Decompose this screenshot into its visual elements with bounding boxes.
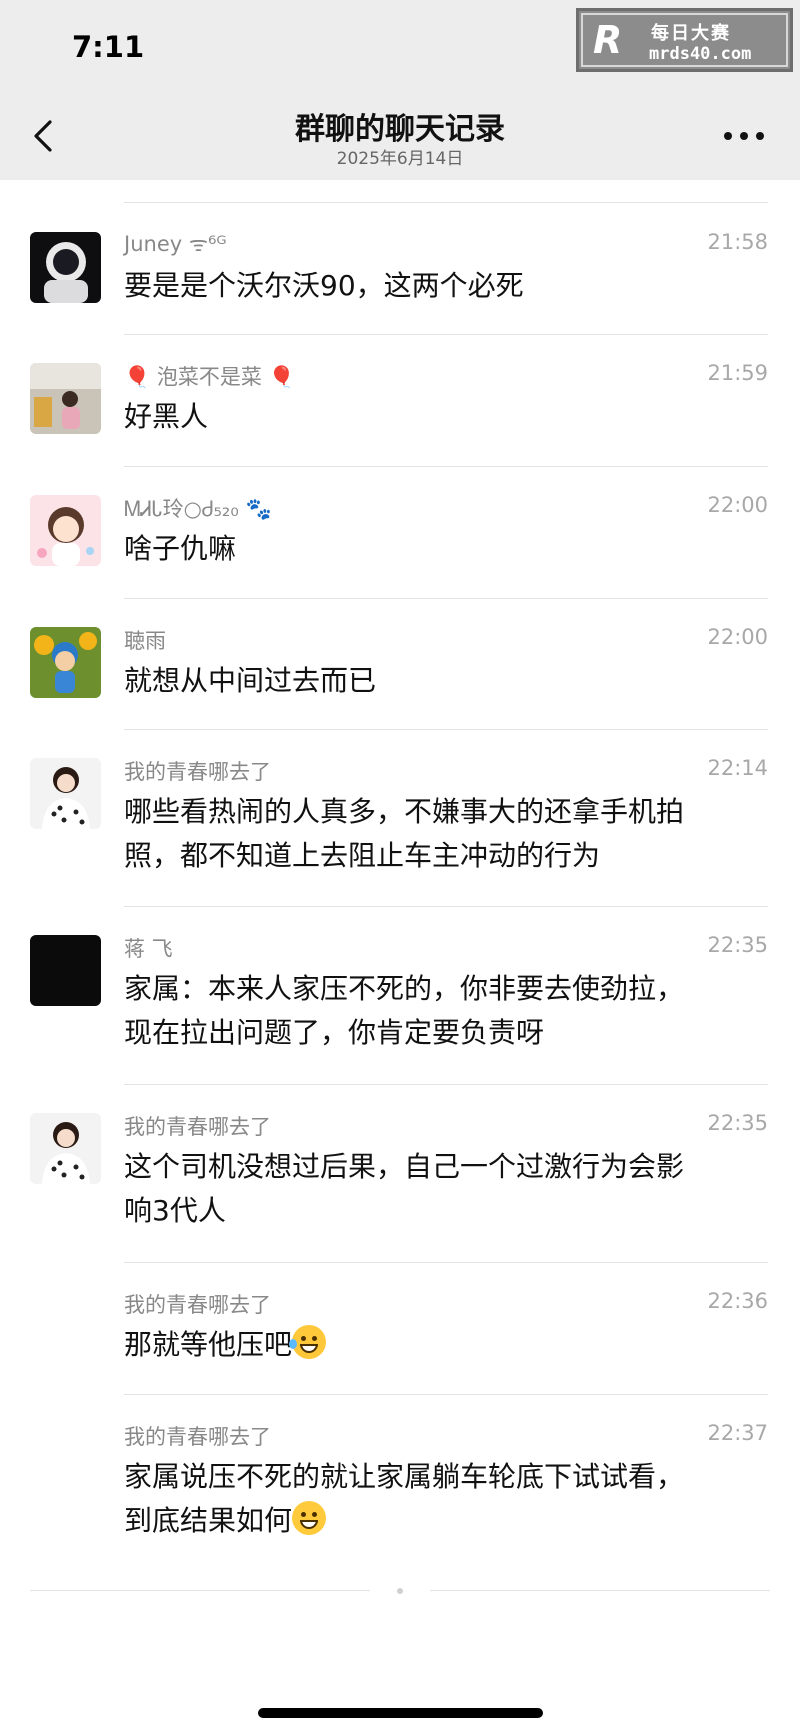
message-line: 就想从中间过去而已 <box>124 664 377 697</box>
message-text: 啥子仇嘛 <box>124 527 764 571</box>
sender-name: 蒋 飞 <box>124 937 173 961</box>
grin-emoji <box>292 1501 327 1535</box>
more-button[interactable] <box>724 130 764 142</box>
black-avatar[interactable] <box>30 935 101 1006</box>
sender-name: 聴雨 <box>124 629 166 653</box>
laugh-cry-emoji <box>289 1325 327 1359</box>
end-dot <box>397 1588 403 1594</box>
page-subtitle-date: 2025年6月14日 <box>336 149 464 169</box>
message-text: 就想从中间过去而已 <box>124 659 764 703</box>
sender-name: 🎈 泡菜不是菜 🎈 <box>124 365 295 389</box>
message-line: 照，都不知道上去阻止车主冲动的行为 <box>124 839 601 872</box>
watermark-url: mrds40.com <box>649 44 752 64</box>
more-dot-icon <box>724 132 732 140</box>
message-time: 22:37 <box>707 1421 768 1445</box>
watermark: R 每日大赛 mrds40.com <box>576 8 793 72</box>
watermark-logo: R <box>593 18 623 62</box>
divider <box>124 1262 768 1263</box>
sender-name: 我的青春哪去了 <box>124 760 271 784</box>
message-line: 哪些看热闹的人真多，不嫌事大的还拿手机拍 <box>124 795 685 828</box>
end-divider <box>30 1590 370 1591</box>
divider <box>124 906 768 907</box>
more-dot-icon <box>756 132 764 140</box>
message-time: 22:00 <box>707 625 768 649</box>
message-time: 22:00 <box>707 493 768 517</box>
message-line: 家属：本来人家压不死的，你非要去使劲拉， <box>124 972 685 1005</box>
message-line: 好黑人 <box>124 400 209 433</box>
divider <box>124 334 768 335</box>
message-time: 22:35 <box>707 1111 768 1135</box>
divider <box>124 466 768 467</box>
message-text: 这个司机没想过后果，自己一个过激行为会影 响3代人 <box>124 1145 764 1233</box>
end-divider <box>430 1590 770 1591</box>
divider <box>124 1394 768 1395</box>
message-line: 这个司机没想过后果，自己一个过激行为会影 <box>124 1150 685 1183</box>
cartoon-boy-sunflower-avatar[interactable] <box>30 627 101 698</box>
girl-polka-avatar[interactable] <box>30 1113 101 1184</box>
status-time: 7:11 <box>72 30 145 64</box>
astronaut-avatar[interactable] <box>30 232 101 303</box>
message-time: 21:59 <box>707 361 768 385</box>
message-time: 21:58 <box>707 230 768 254</box>
divider <box>124 1084 768 1085</box>
girl-polka-avatar[interactable] <box>30 758 101 829</box>
message-line: 要是是个沃尔沃90，这两个必死 <box>124 269 524 302</box>
sender-name: 我的青春哪去了 <box>124 1293 271 1317</box>
message-line: 到底结果如何 <box>124 1504 293 1537</box>
message-line: 现在拉出问题了，你肯定要负责呀 <box>124 1016 545 1049</box>
more-dot-icon <box>740 132 748 140</box>
message-text: 家属说压不死的就让家属躺车轮底下试试看， 到底结果如何 <box>124 1455 764 1543</box>
message-time: 22:35 <box>707 933 768 957</box>
message-text: 要是是个沃尔沃90，这两个必死 <box>124 264 764 308</box>
sender-name: 我的青春哪去了 <box>124 1115 271 1139</box>
message-text: 家属：本来人家压不死的，你非要去使劲拉， 现在拉出问题了，你肯定要负责呀 <box>124 967 764 1055</box>
divider <box>124 729 768 730</box>
girl-cafe-avatar[interactable] <box>30 363 101 434</box>
watermark-title: 每日大赛 <box>651 23 731 44</box>
message-line: 那就等他压吧 <box>124 1328 293 1361</box>
page-title: 群聊的聊天记录 <box>295 112 505 147</box>
message-text: 好黑人 <box>124 395 764 439</box>
home-indicator[interactable] <box>258 1708 543 1718</box>
message-time: 22:36 <box>707 1289 768 1313</box>
message-text: 哪些看热闹的人真多，不嫌事大的还拿手机拍 照，都不知道上去阻止车主冲动的行为 <box>124 790 764 878</box>
divider <box>124 202 768 203</box>
message-time: 22:14 <box>707 756 768 780</box>
sender-name: ᎷᏗᏓ玲○Ꮷ₅₂₀ 🐾 <box>124 497 272 521</box>
sender-name: Juney ᯤ⁶ᴳ <box>124 232 227 256</box>
sender-name: 我的青春哪去了 <box>124 1425 271 1449</box>
message-line: 家属说压不死的就让家属躺车轮底下试试看， <box>124 1460 685 1493</box>
cartoon-girl-avatar[interactable] <box>30 495 101 566</box>
message-text: 那就等他压吧 <box>124 1323 764 1367</box>
message-line: 响3代人 <box>124 1194 226 1227</box>
divider <box>124 598 768 599</box>
message-line: 啥子仇嘛 <box>124 532 237 565</box>
top-bar: 7:11 R 每日大赛 mrds40.com 群聊的聊天记录 2025年6月14… <box>0 0 800 180</box>
